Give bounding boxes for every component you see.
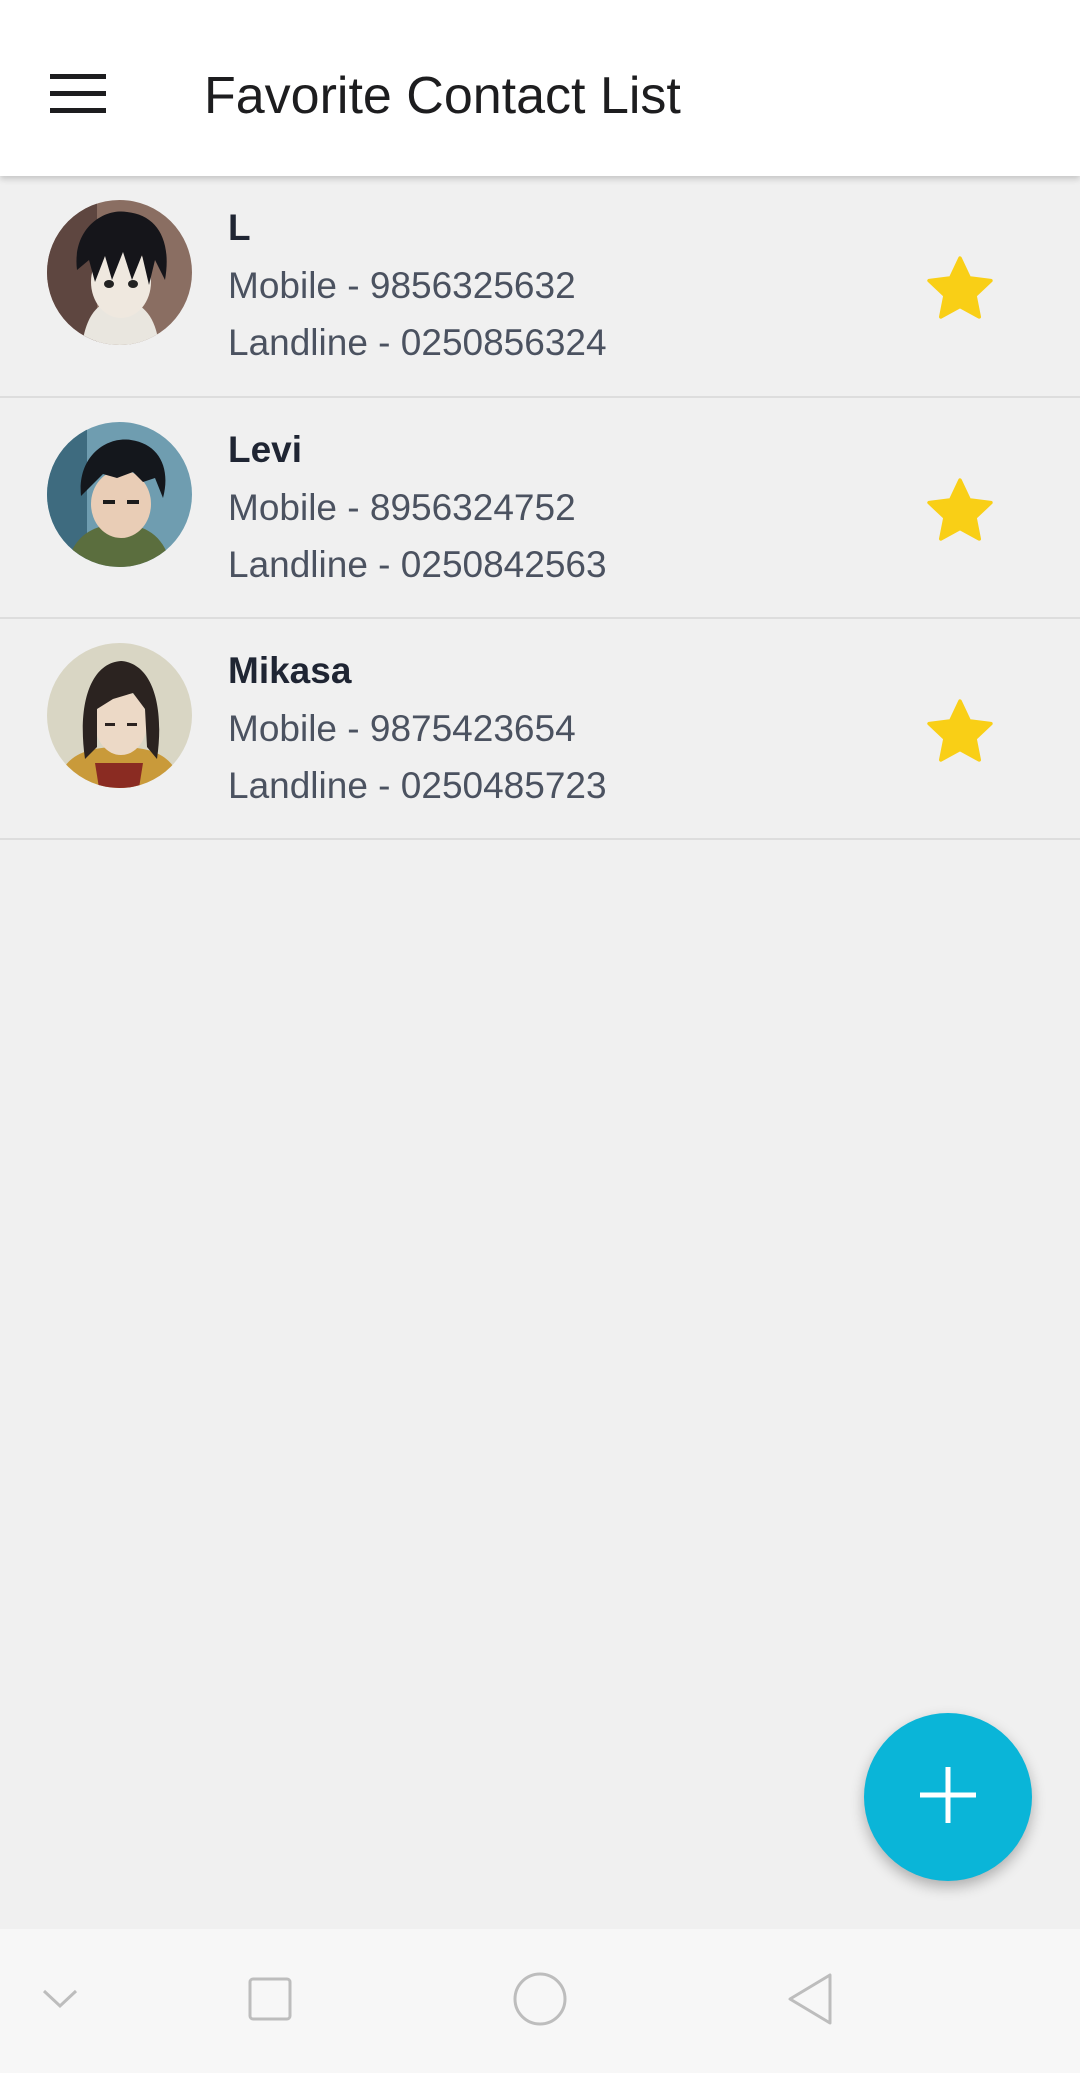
contact-mobile: Mobile - 9856325632	[228, 265, 576, 306]
favorite-star-icon[interactable]	[924, 697, 996, 767]
contact-avatar	[47, 422, 192, 567]
app-bar: Favorite Contact List	[0, 0, 1080, 176]
hamburger-menu-icon	[50, 74, 106, 114]
chevron-down-icon	[42, 1988, 78, 2015]
system-nav-bar	[0, 1929, 1080, 2073]
contact-name: L	[228, 207, 251, 248]
contact-row-mikasa[interactable]: Mikasa Mobile - 9875423654 Landline - 02…	[0, 619, 1080, 840]
contact-avatar	[47, 643, 192, 788]
contact-landline: Landline - 0250856324	[228, 322, 607, 363]
nav-collapse-button[interactable]	[20, 1929, 100, 2073]
contact-name: Mikasa	[228, 650, 352, 691]
nav-back-button[interactable]	[770, 1929, 850, 2073]
contact-list: L Mobile - 9856325632 Landline - 0250856…	[0, 176, 1080, 840]
back-triangle-icon	[786, 1972, 834, 2031]
plus-icon	[920, 1766, 976, 1828]
contact-landline: Landline - 0250842563	[228, 544, 607, 585]
square-icon	[248, 1977, 292, 2026]
nav-recents-button[interactable]	[230, 1929, 310, 2073]
contact-mobile: Mobile - 9875423654	[228, 708, 576, 749]
menu-button[interactable]	[34, 54, 122, 134]
contact-name: Levi	[228, 429, 303, 470]
circle-icon	[512, 1971, 568, 2032]
nav-home-button[interactable]	[500, 1929, 580, 2073]
contact-avatar	[47, 200, 192, 345]
contact-landline: Landline - 0250485723	[228, 765, 607, 806]
favorite-star-icon[interactable]	[924, 254, 996, 324]
add-contact-button[interactable]	[864, 1713, 1032, 1881]
contact-row-l[interactable]: L Mobile - 9856325632 Landline - 0250856…	[0, 176, 1080, 398]
contact-mobile: Mobile - 8956324752	[228, 487, 576, 528]
contact-row-levi[interactable]: Levi Mobile - 8956324752 Landline - 0250…	[0, 398, 1080, 619]
page-title: Favorite Contact List	[204, 67, 681, 125]
favorite-star-icon[interactable]	[924, 476, 996, 546]
